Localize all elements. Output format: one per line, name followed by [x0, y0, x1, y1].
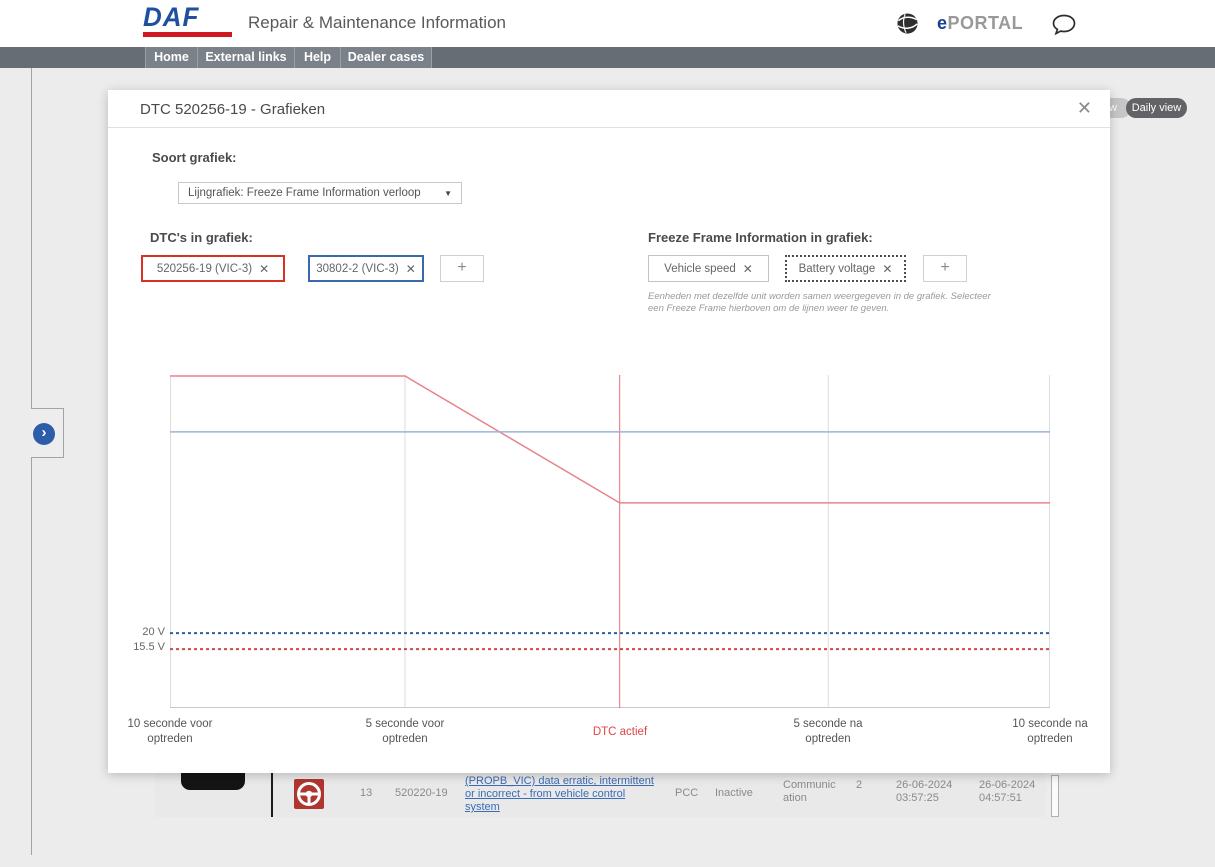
- dtc-chip-30802-2[interactable]: 30802-2 (VIC-3) ✕: [308, 255, 424, 282]
- collapsed-panel-tab: ›: [31, 408, 64, 458]
- nav-item-home[interactable]: Home: [145, 47, 197, 68]
- dtc-chip-520256-19[interactable]: 520256-19 (VIC-3) ✕: [141, 255, 285, 282]
- daf-logo-text: DAF: [143, 4, 233, 31]
- row-status: Inactive: [715, 787, 753, 799]
- x-axis-label-line: optreden: [105, 732, 235, 747]
- ffi-line-chart: [170, 375, 1050, 708]
- close-icon[interactable]: ✕: [1077, 98, 1092, 119]
- nav-item-dealer-cases[interactable]: Dealer cases: [340, 47, 432, 68]
- chip-label: 30802-2 (VIC-3): [316, 263, 398, 275]
- row-dtc-code: 520220-19: [395, 787, 448, 799]
- nav-item-external-links[interactable]: External links: [197, 47, 294, 68]
- eportal-portal: PORTAL: [948, 13, 1024, 33]
- remove-icon[interactable]: ✕: [882, 262, 892, 276]
- row-category: Communic: [783, 779, 836, 791]
- remove-icon[interactable]: ✕: [406, 262, 416, 276]
- page: DAF Repair & Maintenance Information ePO…: [0, 0, 1215, 867]
- x-axis-label-line: 10 seconde na: [985, 717, 1115, 732]
- modal-header: DTC 520256-19 - Grafieken ✕: [108, 90, 1110, 128]
- modal-title: DTC 520256-19 - Grafieken: [140, 101, 325, 118]
- row-ecu: PCC: [675, 787, 698, 799]
- remove-icon[interactable]: ✕: [259, 262, 269, 276]
- ffi-note: Eenheden met dezelfde unit worden samen …: [648, 291, 991, 315]
- row-last-date: 26-06-2024: [979, 779, 1035, 791]
- chip-label: Vehicle speed: [664, 263, 736, 275]
- nav-item-help[interactable]: Help: [294, 47, 340, 68]
- chart-type-label: Soort grafiek:: [152, 150, 237, 165]
- x-axis-label: 5 seconde na optreden: [763, 717, 893, 747]
- globe-icon[interactable]: [896, 12, 919, 35]
- dtc-graphs-modal: DTC 520256-19 - Grafieken ✕ Soort grafie…: [108, 90, 1110, 773]
- eportal-e: e: [937, 13, 948, 33]
- chevron-down-icon: ▼: [444, 189, 452, 198]
- ffi-section-label: Freeze Frame Information in grafiek:: [648, 230, 873, 245]
- ffi-note-line: een Freeze Frame hierboven om de lijnen …: [648, 303, 991, 315]
- y-axis-tick-20v: 20 V: [108, 626, 165, 638]
- row-last-time: 04:57:51: [979, 792, 1022, 804]
- x-axis-label-line: optreden: [763, 732, 893, 747]
- daily-view-toggle[interactable]: Daily view: [1126, 98, 1187, 118]
- eportal-logo: ePORTAL: [937, 13, 1023, 34]
- ffi-note-line: Eenheden met dezelfde unit worden samen …: [648, 291, 991, 303]
- row-count: 2: [856, 779, 862, 791]
- truck-thumbnail: [181, 773, 245, 790]
- chevron-right-icon: ›: [42, 424, 47, 441]
- chart-type-selected: Lijngrafiek: Freeze Frame Information ve…: [188, 187, 421, 199]
- ffi-chip-vehicle-speed[interactable]: Vehicle speed ✕: [648, 255, 769, 282]
- ffi-chip-battery-voltage[interactable]: Battery voltage ✕: [785, 255, 906, 282]
- row-divider: [271, 773, 273, 817]
- expand-panel-button[interactable]: ›: [33, 423, 55, 445]
- table-scrollbar[interactable]: [1051, 775, 1059, 817]
- x-axis-label-dtc-actief: DTC actief: [555, 717, 685, 740]
- x-axis-label: 5 seconde voor optreden: [340, 717, 470, 747]
- x-axis-label-line: optreden: [985, 732, 1115, 747]
- steering-wheel-icon: [294, 779, 324, 809]
- dtc-section-label: DTC's in grafiek:: [150, 230, 253, 245]
- chat-bubble-icon[interactable]: [1051, 13, 1077, 37]
- add-ffi-button[interactable]: +: [923, 255, 967, 282]
- chip-label: 520256-19 (VIC-3): [157, 263, 252, 275]
- row-dtc-link[interactable]: system: [465, 801, 500, 813]
- x-axis-label-line: 10 seconde voor: [105, 717, 235, 732]
- x-axis-label-line: optreden: [340, 732, 470, 747]
- remove-icon[interactable]: ✕: [743, 262, 753, 276]
- x-axis-label-line: 5 seconde na: [763, 717, 893, 732]
- row-category: ation: [783, 792, 807, 804]
- app-title: Repair & Maintenance Information: [248, 13, 506, 33]
- daf-logo-redbar: [143, 32, 232, 37]
- row-first-date: 26-06-2024: [896, 779, 952, 791]
- collapsed-panel-border: [31, 68, 32, 855]
- chart-type-dropdown[interactable]: Lijngrafiek: Freeze Frame Information ve…: [178, 182, 462, 204]
- add-dtc-button[interactable]: +: [440, 255, 484, 282]
- daf-logo: DAF: [143, 4, 233, 44]
- y-axis-tick-15-5v: 15.5 V: [108, 641, 165, 653]
- x-axis-label: 10 seconde na optreden: [985, 717, 1115, 747]
- row-number: 13: [360, 787, 372, 799]
- x-axis-label-line: DTC actief: [555, 725, 685, 740]
- x-axis-label-line: 5 seconde voor: [340, 717, 470, 732]
- x-axis-label: 10 seconde voor optreden: [105, 717, 235, 747]
- chip-label: Battery voltage: [799, 263, 876, 275]
- app-header: DAF Repair & Maintenance Information ePO…: [0, 0, 1215, 47]
- row-dtc-link[interactable]: (PROPB_VIC) data erratic, intermittent: [465, 775, 654, 787]
- row-first-time: 03:57:25: [896, 792, 939, 804]
- row-dtc-link[interactable]: or incorrect - from vehicle control: [465, 788, 625, 800]
- dtc-table-row: 13 520220-19 (PROPB_VIC) data erratic, i…: [154, 773, 1046, 817]
- nav-bar: Home External links Help Dealer cases: [0, 47, 1215, 68]
